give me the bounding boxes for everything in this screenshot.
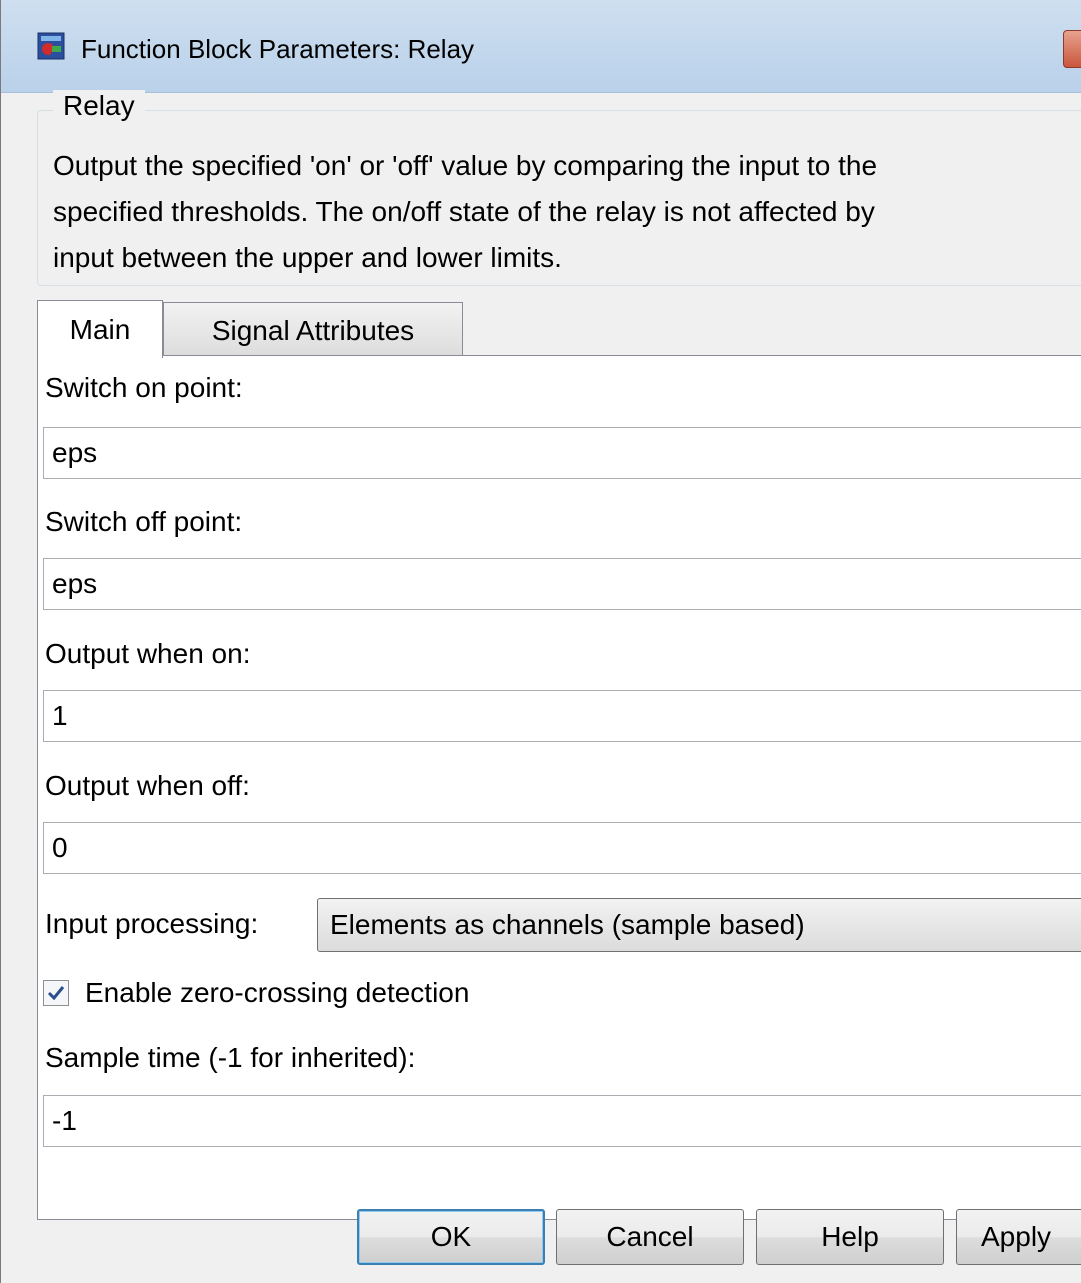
- input-processing-label: Input processing:: [45, 908, 259, 939]
- apply-button[interactable]: Apply: [956, 1209, 1081, 1265]
- zero-crossing-label[interactable]: Enable zero-crossing detection: [85, 977, 469, 1009]
- sample-time-field[interactable]: -1: [43, 1095, 1081, 1147]
- cancel-button[interactable]: Cancel: [556, 1209, 744, 1265]
- zero-crossing-checkbox[interactable]: [43, 980, 69, 1006]
- help-button[interactable]: Help: [756, 1209, 944, 1265]
- title-bar[interactable]: Function Block Parameters: Relay: [1, 0, 1081, 93]
- switch-on-label: Switch on point:: [45, 372, 243, 403]
- close-icon[interactable]: [1063, 30, 1081, 68]
- output-off-label: Output when off:: [45, 770, 250, 801]
- simulink-block-icon: [37, 32, 65, 60]
- output-on-label: Output when on:: [45, 638, 251, 669]
- switch-off-field[interactable]: eps: [43, 558, 1081, 610]
- output-off-field[interactable]: 0: [43, 822, 1081, 874]
- sample-time-label: Sample time (-1 for inherited):: [45, 1042, 416, 1073]
- window-title: Function Block Parameters: Relay: [81, 34, 475, 64]
- tab-main[interactable]: Main: [37, 300, 163, 358]
- checkmark-icon: [47, 986, 65, 1001]
- dialog-window: Function Block Parameters: Relay Relay O…: [0, 0, 1081, 1283]
- output-on-field[interactable]: 1: [43, 690, 1081, 742]
- switch-on-field[interactable]: eps: [43, 427, 1081, 479]
- block-description: Output the specified 'on' or 'off' value…: [53, 150, 878, 273]
- switch-off-label: Switch off point:: [45, 506, 243, 537]
- tab-signal-attributes[interactable]: Signal Attributes: [163, 302, 463, 358]
- ok-button[interactable]: OK: [357, 1209, 545, 1265]
- input-processing-select[interactable]: Elements as channels (sample based): [317, 898, 1081, 952]
- group-title: Relay: [53, 90, 145, 122]
